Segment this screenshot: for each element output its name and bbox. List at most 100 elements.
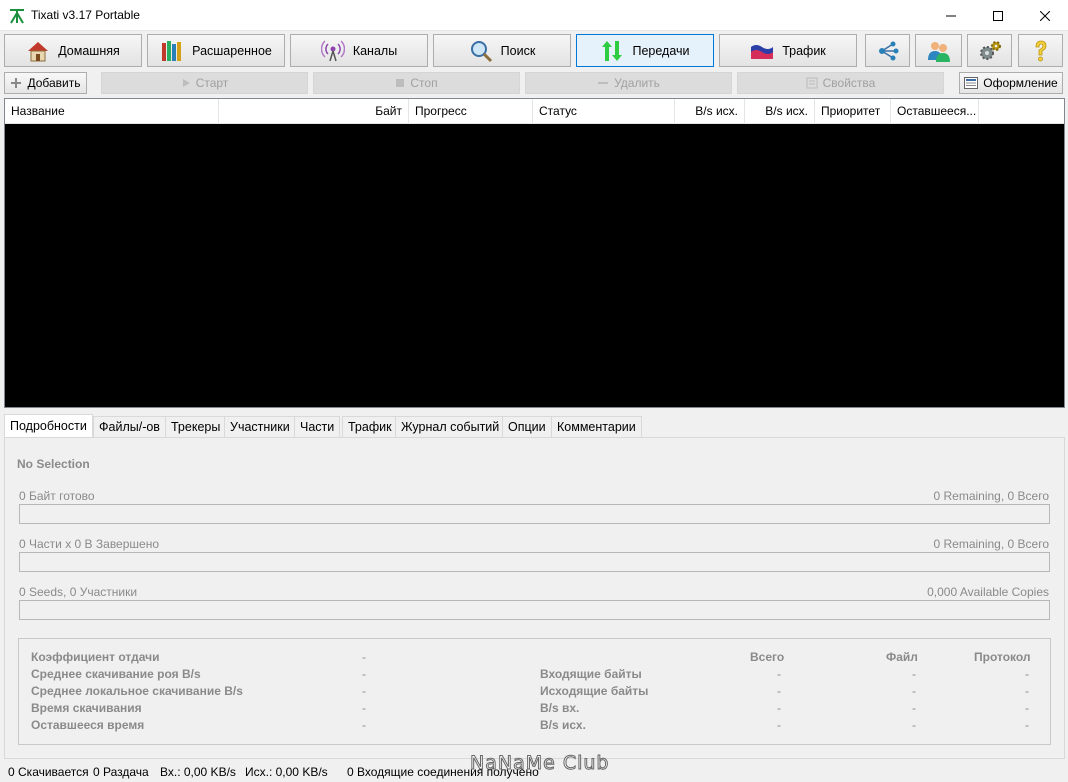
maximize-icon	[993, 10, 1003, 21]
stat-value-ratio: -	[362, 650, 366, 664]
minimize-icon	[946, 15, 956, 16]
stat-file-rate-in: -	[912, 701, 916, 715]
availability-bar	[19, 600, 1050, 620]
traffic-label: Трафик	[782, 43, 826, 58]
settings-button[interactable]	[967, 34, 1012, 67]
stat-label-ratio: Коэффициент отдачи	[31, 650, 160, 664]
tab-options[interactable]: Опции	[502, 416, 552, 437]
tab-traffic[interactable]: Трафик	[342, 416, 398, 437]
maximize-button[interactable]	[975, 0, 1021, 31]
peers-button[interactable]	[915, 34, 962, 67]
delete-label: Удалить	[614, 76, 660, 90]
shared-label: Расшаренное	[192, 43, 272, 58]
shared-button[interactable]: Расшаренное	[147, 34, 285, 67]
stat-label-bytes-in: Входящие байты	[540, 667, 642, 681]
minimize-button[interactable]	[928, 0, 974, 31]
details-panel: No Selection 0 Байт готово 0 Remaining, …	[4, 437, 1065, 759]
stop-icon	[396, 79, 405, 87]
channels-button[interactable]: Каналы	[290, 34, 428, 67]
bytes-remaining-label: 0 Remaining, 0 Всего	[933, 489, 1049, 503]
help-button[interactable]	[1018, 34, 1063, 67]
stat-label-download-time: Время скачивания	[31, 701, 142, 715]
stat-label-time-left: Оставшееся время	[31, 718, 145, 732]
channels-icon	[320, 39, 345, 61]
column-name[interactable]: Название	[5, 99, 219, 124]
stat-total-rate-out: -	[777, 718, 781, 732]
tab-comments[interactable]: Комментарии	[551, 416, 642, 437]
tab-event-log[interactable]: Журнал событий	[395, 416, 506, 437]
column-remaining[interactable]: Оставшееся...	[891, 99, 979, 124]
network-button[interactable]	[865, 34, 910, 67]
transfer-toolbar: Добавить Старт Стоп Удалить Свойства Офо…	[0, 70, 1068, 96]
tab-files[interactable]: Файлы/-ов	[93, 416, 166, 437]
status-out-rate: Исх.: 0,00 KB/s	[245, 765, 328, 779]
properties-label: Свойства	[822, 76, 876, 90]
column-status[interactable]: Статус	[533, 99, 675, 124]
transfers-button[interactable]: Передачи	[576, 34, 714, 67]
plus-icon	[11, 78, 22, 88]
home-icon	[28, 41, 49, 61]
traffic-button[interactable]: Трафик	[719, 34, 857, 67]
minus-icon	[598, 82, 609, 84]
tixati-logo-icon	[10, 9, 24, 24]
close-icon	[1040, 10, 1050, 21]
channels-label: Каналы	[352, 43, 398, 58]
stat-value-time-left: -	[362, 718, 366, 732]
tab-trackers[interactable]: Трекеры	[165, 416, 227, 437]
stop-button[interactable]: Стоп	[313, 72, 520, 94]
stat-header-total: Всего	[750, 650, 785, 664]
tab-pieces[interactable]: Части	[294, 416, 341, 437]
list-header: Название Байт Прогресс Статус B/s исх. B…	[5, 99, 1064, 124]
search-label: Поиск	[500, 43, 536, 58]
transfers-list[interactable]: Название Байт Прогресс Статус B/s исх. B…	[4, 98, 1065, 408]
magnifier-icon	[470, 40, 492, 62]
status-downloading: 0 Скачивается	[8, 765, 89, 779]
stat-value-swarm-rate: -	[362, 667, 366, 681]
watermark: NaNaMe Club	[469, 752, 610, 775]
tab-details[interactable]: Подробности	[4, 414, 93, 438]
home-label: Домашняя	[58, 43, 120, 58]
design-label: Оформление	[983, 76, 1058, 90]
column-rate-1[interactable]: B/s исх.	[675, 99, 745, 124]
stop-label: Стоп	[410, 76, 438, 90]
add-label: Добавить	[27, 76, 81, 90]
copies-label: 0,000 Available Copies	[927, 585, 1049, 599]
search-button[interactable]: Поиск	[433, 34, 571, 67]
network-icon	[878, 41, 898, 60]
play-icon	[182, 79, 190, 87]
pieces-label: 0 Части x 0 В Завершено	[19, 537, 160, 551]
home-button[interactable]: Домашняя	[4, 34, 142, 67]
column-progress[interactable]: Прогресс	[409, 99, 533, 124]
title-bar: Tixati v3.17 Portable	[0, 0, 1068, 31]
transfers-label: Передачи	[632, 43, 690, 58]
status-in-rate: Вх.: 0,00 KB/s	[160, 765, 236, 779]
stat-total-rate-in: -	[777, 701, 781, 715]
window-title: Tixati v3.17 Portable	[31, 8, 140, 22]
seeds-label: 0 Seeds, 0 Участники	[19, 585, 138, 599]
column-bytes[interactable]: Байт	[219, 99, 409, 124]
delete-button[interactable]: Удалить	[525, 72, 732, 94]
traffic-icon	[751, 44, 774, 59]
stat-file-bytes-in: -	[912, 667, 916, 681]
stat-file-bytes-out: -	[912, 684, 916, 698]
bytes-progress-bar	[19, 504, 1050, 524]
books-icon	[162, 40, 182, 61]
properties-button[interactable]: Свойства	[737, 72, 944, 94]
pieces-progress-bar	[19, 552, 1050, 572]
stat-file-rate-out: -	[912, 718, 916, 732]
design-button[interactable]: Оформление	[959, 72, 1063, 94]
column-priority[interactable]: Приоритет	[815, 99, 891, 124]
stat-protocol-rate-out: -	[1025, 718, 1029, 732]
column-rate-2[interactable]: B/s исх.	[745, 99, 815, 124]
main-toolbar: Домашняя Расшаренное Каналы Поиск Переда…	[0, 31, 1068, 69]
stat-label-local-rate: Среднее локальное скачивание B/s	[31, 684, 243, 698]
stat-label-rate-in: B/s вх.	[540, 701, 580, 715]
close-button[interactable]	[1022, 0, 1068, 31]
add-button[interactable]: Добавить	[4, 72, 87, 94]
start-button[interactable]: Старт	[101, 72, 308, 94]
stat-protocol-rate-in: -	[1025, 701, 1029, 715]
stat-label-rate-out: B/s исх.	[540, 718, 586, 732]
tab-peers[interactable]: Участники	[224, 416, 296, 437]
stat-total-bytes-in: -	[777, 667, 781, 681]
stat-value-local-rate: -	[362, 684, 366, 698]
